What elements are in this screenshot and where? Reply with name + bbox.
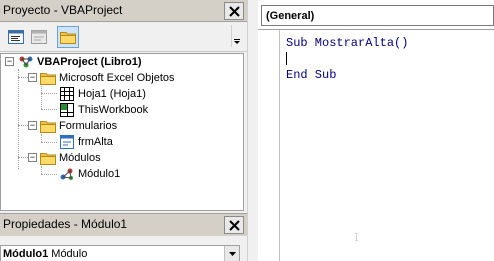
project-explorer-titlebar: Proyecto - VBAProject: [0, 0, 247, 22]
userform-icon: [59, 135, 75, 149]
expander-sign: −: [29, 120, 36, 130]
tree-connector: [41, 93, 57, 94]
code-text: End Sub: [286, 68, 337, 82]
code-window: (General) Sub MostrarAlta() End Sub: [258, 0, 494, 261]
properties-close-button[interactable]: [224, 216, 244, 234]
tree-connector: [41, 142, 57, 143]
view-code-button[interactable]: [5, 26, 27, 48]
tree-connector: [41, 86, 42, 109]
tree-item-label: Microsoft Excel Objetos: [59, 72, 175, 84]
folder-icon: [40, 151, 56, 165]
tree-item-label: Formularios: [59, 120, 118, 132]
chevron-down-icon: [228, 252, 236, 256]
worksheet-icon: [59, 87, 75, 101]
tree-item-label: frmAlta: [78, 136, 113, 148]
tree-item-label: Módulos: [59, 152, 101, 164]
chevron-down-icon: [234, 39, 240, 44]
tree-expander[interactable]: −: [5, 57, 14, 66]
tree-item-label: ThisWorkbook: [78, 104, 149, 116]
properties-object-type: Módulo: [51, 248, 88, 260]
tree-item-label: VBAProject (Libro1): [37, 56, 142, 68]
tree-item-modulo1[interactable]: Módulo1: [59, 166, 120, 182]
project-tree: − VBAProject (Libro1) − Microsoft Excel …: [0, 53, 244, 211]
view-code-icon: [8, 30, 24, 44]
vba-project-icon: [18, 55, 34, 69]
close-icon: [228, 5, 240, 17]
code-line-3: End Sub: [286, 68, 336, 82]
module-icon: [59, 167, 75, 181]
code-editor[interactable]: Sub MostrarAlta() End Sub: [258, 29, 494, 261]
code-margin[interactable]: [258, 30, 280, 261]
view-object-icon: [31, 30, 47, 44]
tree-item-vbaproject[interactable]: VBAProject (Libro1): [18, 54, 142, 70]
folder-icon: [40, 119, 56, 133]
workbook-icon: [59, 103, 75, 117]
tree-expander[interactable]: −: [28, 121, 37, 130]
tree-item-frmalta[interactable]: frmAlta: [59, 134, 113, 150]
tree-item-excel-objects[interactable]: Microsoft Excel Objetos: [40, 70, 175, 86]
properties-title: Propiedades - Módulo1: [3, 217, 128, 231]
properties-titlebar: Propiedades - Módulo1: [0, 214, 247, 236]
properties-dropdown-button[interactable]: [224, 246, 239, 261]
project-explorer-title: Proyecto - VBAProject: [3, 3, 123, 17]
tree-item-hoja1[interactable]: Hoja1 (Hoja1): [59, 86, 146, 102]
object-selector[interactable]: (General): [261, 5, 494, 26]
project-toolbar: [0, 22, 247, 52]
code-text: Sub MostrarAlta(): [286, 36, 409, 50]
tree-connector: [18, 69, 19, 169]
tree-item-modulos[interactable]: Módulos: [40, 150, 101, 166]
tree-item-thisworkbook[interactable]: ThisWorkbook: [59, 102, 148, 118]
ibeam-cursor-icon: [355, 233, 358, 241]
view-object-button[interactable]: [28, 26, 50, 48]
properties-object-select[interactable]: Módulo1 Módulo: [0, 245, 240, 261]
code-line-1: Sub MostrarAlta(): [286, 36, 408, 50]
vba-editor: Proyecto - VBAProject − VBAProject (Libr…: [0, 0, 494, 261]
tree-item-label: Módulo1: [78, 168, 121, 180]
properties-panel: Propiedades - Módulo1 Módulo1 Módulo: [0, 213, 247, 261]
text-caret: [286, 52, 287, 65]
expander-sign: −: [6, 56, 13, 66]
tree-item-label: Hoja1 (Hoja1): [78, 88, 146, 100]
folder-icon: [60, 32, 76, 44]
tree-connector: [41, 109, 57, 110]
tree-connector: [41, 166, 42, 174]
toolbar-scroll[interactable]: [231, 25, 243, 47]
tree-expander[interactable]: −: [28, 73, 37, 82]
tree-connector: [41, 174, 57, 175]
toggle-folders-button[interactable]: [57, 26, 79, 48]
window-splitter[interactable]: [247, 0, 258, 261]
tree-item-formularios[interactable]: Formularios: [40, 118, 117, 134]
folder-icon: [40, 71, 56, 85]
expander-sign: −: [29, 72, 36, 82]
tree-connector: [41, 134, 42, 142]
object-selector-value: (General): [266, 9, 315, 22]
expander-sign: −: [29, 152, 36, 162]
tree-expander[interactable]: −: [28, 153, 37, 162]
properties-object-name: Módulo1: [3, 248, 49, 260]
close-icon: [228, 219, 240, 231]
project-explorer-close-button[interactable]: [224, 2, 244, 20]
project-explorer: Proyecto - VBAProject − VBAProject (Libr…: [0, 0, 247, 211]
